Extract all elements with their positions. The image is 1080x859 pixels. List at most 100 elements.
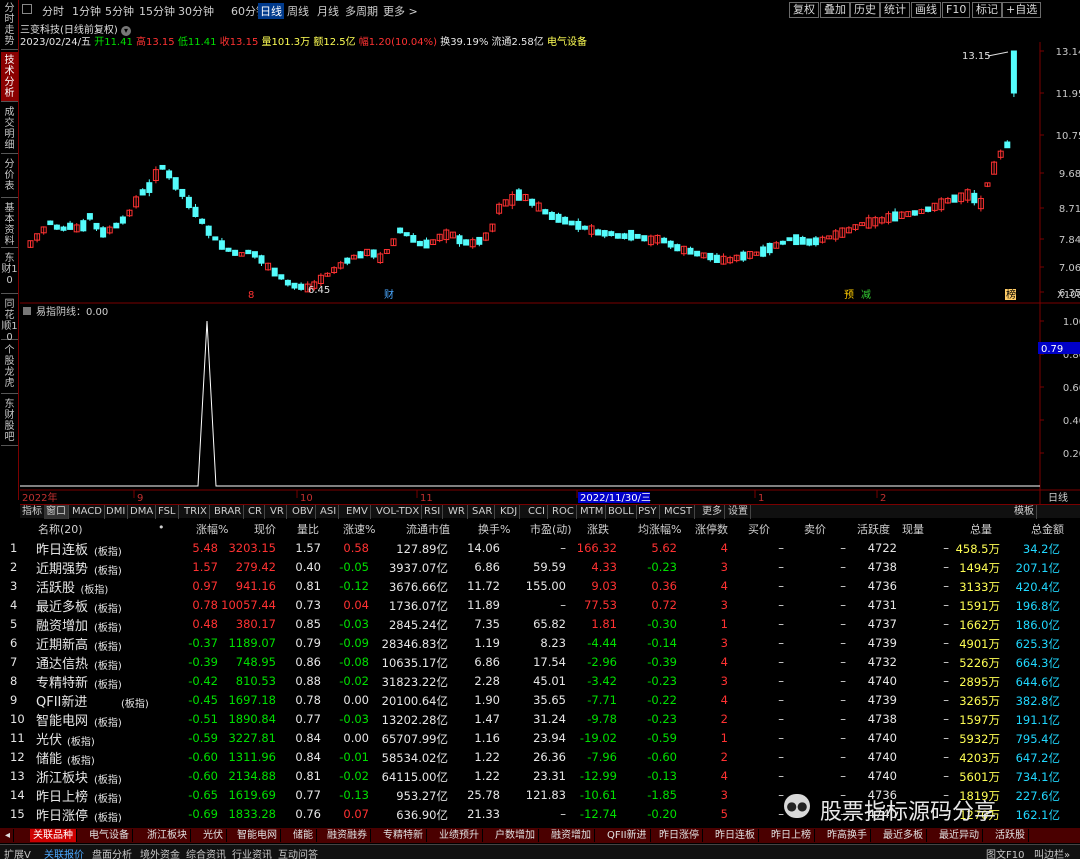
row-name[interactable]: 近期强势 [36, 558, 88, 577]
row-name[interactable]: 储能 [36, 748, 62, 767]
period-tab-10[interactable]: 更多 > [383, 3, 418, 19]
indicator-menu-icon[interactable] [23, 307, 31, 315]
related-tab-8[interactable]: 业绩预升 [436, 829, 483, 842]
column-header-1[interactable]: • [158, 521, 165, 534]
related-tab-13[interactable]: 昨日连板 [712, 829, 759, 842]
side-tab-8[interactable]: 东财股吧 [1, 396, 18, 446]
related-tab-15[interactable]: 昨高换手 [824, 829, 871, 842]
table-row[interactable]: 3 活跃股 (板指) 0.97 941.16 0.81 -0.12 3676.66亿 11.72… [0, 577, 1080, 596]
row-name[interactable]: 融资增加 [36, 615, 88, 634]
column-header-12[interactable]: 买价 [748, 521, 770, 537]
column-header-10[interactable]: 均涨幅% [638, 521, 681, 537]
indicator-tab-8[interactable]: CR [246, 505, 265, 519]
status-item-4[interactable]: 综合资讯 [186, 846, 226, 859]
table-row[interactable]: 9 QFII新进 (板指) -0.45 1697.18 0.78 0.00 20100.64亿… [0, 691, 1080, 710]
related-tab-7[interactable]: 专精特新 [380, 829, 427, 842]
table-row[interactable]: 5 融资增加 (板指) 0.48 380.17 0.85 -0.03 2845.24亿 7.35… [0, 615, 1080, 634]
period-tab-6[interactable]: 日线 [258, 3, 284, 19]
indicator-tab-20[interactable]: MTM [578, 505, 607, 519]
row-name[interactable]: 浙江板块 [36, 767, 88, 786]
indicator-tab-9[interactable]: VR [268, 505, 287, 519]
indicator-tab-18[interactable]: CCI [526, 505, 548, 519]
row-name[interactable]: 专精特新 [36, 672, 88, 691]
column-header-11[interactable]: 涨停数 [695, 521, 728, 537]
window-icon[interactable] [22, 4, 32, 14]
indicator-tab-16[interactable]: SAR [470, 505, 496, 519]
side-tab-2[interactable]: 成交明细 [1, 104, 18, 154]
indicator-tab-7[interactable]: BRAR [212, 505, 245, 519]
toolbar-button-3[interactable]: 统计 [880, 2, 910, 18]
price-chart[interactable]: 13.1411.9510.759.688.717.847.066.35X1001… [20, 42, 1080, 504]
column-header-14[interactable]: 活跃度 [857, 521, 890, 537]
column-header-9[interactable]: 涨跌 [587, 521, 609, 537]
tabs-scroll-left-icon[interactable]: ◂ [2, 829, 15, 842]
row-name[interactable]: 昨日涨停 [36, 805, 88, 824]
toolbar-button-6[interactable]: 标记 [972, 2, 1002, 18]
indicator-tab-5[interactable]: FSL [156, 505, 179, 519]
toolbar-button-5[interactable]: F10 [942, 2, 971, 18]
related-tab-11[interactable]: QFII新进 [604, 829, 651, 842]
row-name[interactable]: 近期新高 [36, 634, 88, 653]
related-tab-6[interactable]: 融资融券 [324, 829, 371, 842]
indicator-title[interactable]: 易指阴线：0.00 [36, 305, 108, 318]
row-name[interactable]: 最近多板 [36, 596, 88, 615]
row-name[interactable]: 昨日连板 [36, 539, 88, 558]
sidebar-toggle-button[interactable]: 叫边栏» [1034, 846, 1070, 859]
table-row[interactable]: 10 智能电网 (板指) -0.51 1890.84 0.77 -0.03 13202.28亿… [0, 710, 1080, 729]
template-button[interactable]: 模板 [1012, 505, 1037, 519]
toolbar-button-4[interactable]: 画线 [911, 2, 941, 18]
event-tag-0[interactable]: 8 [248, 290, 254, 301]
row-name[interactable]: 光伏 [36, 729, 62, 748]
table-row[interactable]: 11 光伏 (板指) -0.59 3227.81 0.84 0.00 65707.99亿 1.1… [0, 729, 1080, 748]
indicator-tab-24[interactable]: 更多 [700, 505, 725, 519]
side-tab-0[interactable]: 分时走势 [1, 0, 18, 50]
related-tab-3[interactable]: 光伏 [200, 829, 227, 842]
event-tag-4[interactable]: 榜 [1006, 288, 1016, 301]
status-item-3[interactable]: 境外资金 [140, 846, 180, 859]
toolbar-button-7[interactable]: +自选 [1002, 2, 1042, 18]
column-header-2[interactable]: 涨幅% [196, 521, 228, 537]
status-item-2[interactable]: 盘面分析 [92, 846, 132, 859]
indicator-tab-11[interactable]: ASI [318, 505, 340, 519]
column-header-4[interactable]: 量比 [297, 521, 319, 537]
indicator-tab-21[interactable]: BOLL [606, 505, 637, 519]
side-tab-6[interactable]: 同花顺10 [1, 296, 18, 343]
indicator-tab-22[interactable]: PSY [636, 505, 660, 519]
period-tab-0[interactable]: 分时 [42, 3, 64, 19]
table-row[interactable]: 13 浙江板块 (板指) -0.60 2134.88 0.81 -0.02 64115.00亿… [0, 767, 1080, 786]
period-tab-3[interactable]: 15分钟 [139, 3, 175, 19]
related-tab-14[interactable]: 昨日上榜 [768, 829, 815, 842]
toolbar-button-2[interactable]: 历史 [850, 2, 880, 18]
indicator-tab-14[interactable]: RSI [422, 505, 444, 519]
period-tab-2[interactable]: 5分钟 [105, 3, 134, 19]
indicator-tab-2[interactable]: MACD [70, 505, 105, 519]
f10-button[interactable]: 图文F10 [986, 846, 1024, 859]
indicator-tab-12[interactable]: EMV [344, 505, 371, 519]
related-tab-0[interactable]: 关联品种 [30, 829, 77, 842]
indicator-tab-19[interactable]: ROC [550, 505, 577, 519]
related-tab-4[interactable]: 智能电网 [234, 829, 281, 842]
column-header-15[interactable]: 现量 [902, 521, 924, 537]
column-header-7[interactable]: 换手% [478, 521, 510, 537]
indicator-tab-15[interactable]: WR [446, 505, 468, 519]
column-header-0[interactable]: 名称(20) [38, 521, 83, 537]
status-item-5[interactable]: 行业资讯 [232, 846, 272, 859]
row-name[interactable]: 智能电网 [36, 710, 88, 729]
event-tag-2[interactable]: 预 [844, 289, 854, 301]
related-tab-1[interactable]: 电气设备 [86, 829, 133, 842]
related-tab-18[interactable]: 活跃股 [992, 829, 1029, 842]
table-row[interactable]: 1 昨日连板 (板指) 5.48 3203.15 1.57 0.58 127.89亿 14.06… [0, 539, 1080, 558]
column-header-13[interactable]: 卖价 [804, 521, 826, 537]
period-tab-4[interactable]: 30分钟 [178, 3, 214, 19]
row-name[interactable]: 通达信热 [36, 653, 88, 672]
side-tab-1[interactable]: 技术分析 [1, 52, 18, 102]
table-row[interactable]: 12 储能 (板指) -0.60 1311.96 0.84 -0.01 58534.02亿 1.… [0, 748, 1080, 767]
indicator-tab-3[interactable]: DMI [104, 505, 129, 519]
indicator-tab-4[interactable]: DMA [128, 505, 157, 519]
status-item-6[interactable]: 互动问答 [278, 846, 318, 859]
column-header-17[interactable]: 总金额 [1031, 521, 1064, 537]
period-tab-1[interactable]: 1分钟 [72, 3, 101, 19]
column-header-5[interactable]: 涨速% [343, 521, 375, 537]
event-tag-1[interactable]: 财 [384, 288, 394, 301]
indicator-tab-25[interactable]: 设置 [726, 505, 751, 519]
